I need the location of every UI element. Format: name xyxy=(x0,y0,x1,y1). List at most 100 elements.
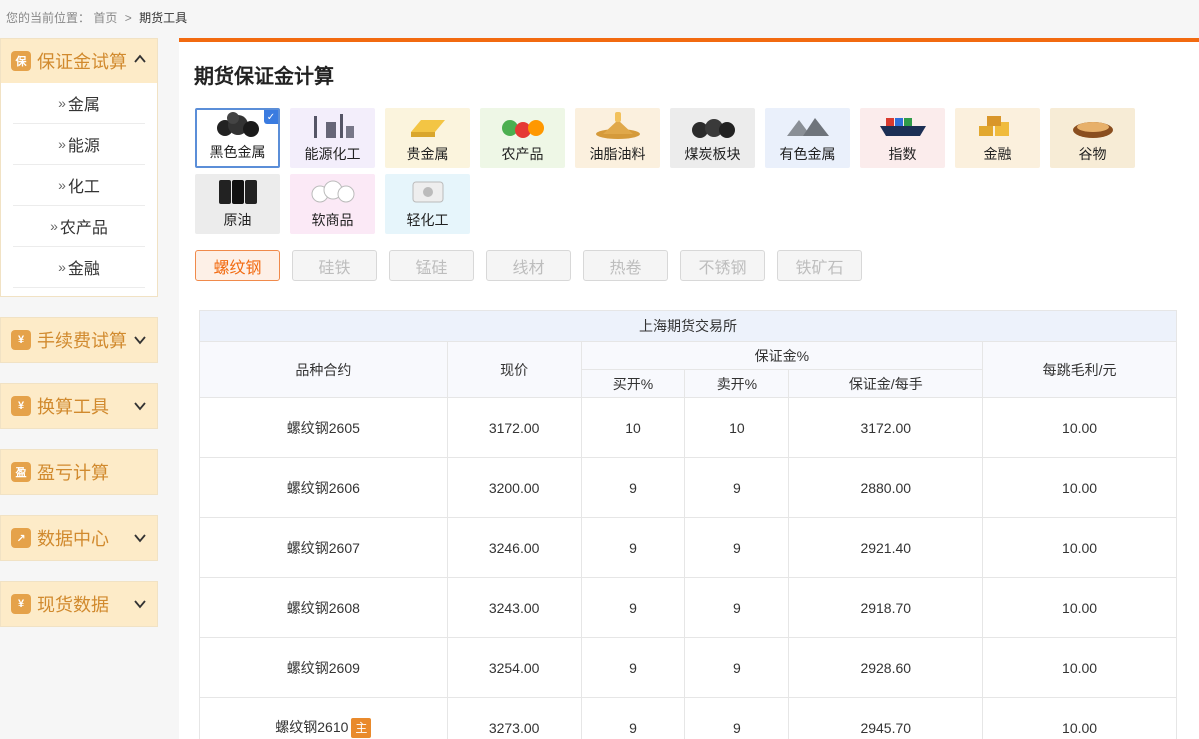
category-tile[interactable]: 贵金属 xyxy=(385,108,470,168)
cell-contract-text: 螺纹钢2605 xyxy=(286,419,360,436)
sidebar-group-margin-calc: 保 保证金试算 » 金属 » 能源 » 化工 » 农产品 » 金融 xyxy=(0,38,158,297)
category-tile[interactable]: 轻化工 xyxy=(385,174,470,234)
sidebar-head-data-center[interactable]: ↗ 数据中心 xyxy=(0,515,158,561)
cell-price-text: 3172.00 xyxy=(488,419,540,436)
category-tile[interactable]: 农产品 xyxy=(480,108,565,168)
breadcrumb-home-link[interactable]: 首页 xyxy=(93,11,117,25)
grain-bowl-icon xyxy=(1066,110,1120,140)
category-tile[interactable]: 黑色金属 ✓ xyxy=(195,108,280,168)
cell-margin-per-lot: 2918.70 xyxy=(788,577,984,638)
cell-tick-profit-text: 10.00 xyxy=(1062,539,1098,556)
cell-tick-profit: 10.00 xyxy=(982,457,1177,518)
cell-price-text: 3243.00 xyxy=(488,599,540,616)
category-tile[interactable]: 指数 xyxy=(860,108,945,168)
category-label: 农产品 xyxy=(501,146,544,162)
cell-tick-profit: 10.00 xyxy=(982,577,1177,638)
cell-margin-per-lot: 3172.00 xyxy=(788,397,984,458)
cell-buy-open-text: 10 xyxy=(625,419,641,436)
category-tile[interactable]: 原油 xyxy=(195,174,280,234)
shield-icon: 保 xyxy=(11,51,31,71)
sidebar-title: 盈亏计算 xyxy=(37,463,109,483)
sidebar-item-agri[interactable]: » 农产品 xyxy=(13,206,145,247)
vegetables-icon xyxy=(496,110,550,140)
category-tile[interactable]: 能源化工 xyxy=(290,108,375,168)
category-label: 贵金属 xyxy=(406,146,449,162)
cell-tick-profit: 10.00 xyxy=(982,517,1177,578)
category-tile[interactable]: 煤炭板块 xyxy=(670,108,755,168)
cell-sell-open: 10 xyxy=(684,397,790,458)
cell-sell-open-text: 9 xyxy=(733,539,741,556)
sidebar-item-metal[interactable]: » 金属 xyxy=(13,83,145,124)
product-tab[interactable]: 线材 xyxy=(486,250,571,281)
sidebar-head-margin-calc[interactable]: 保 保证金试算 xyxy=(1,39,157,83)
sidebar-head-pnl-calc[interactable]: 盈 盈亏计算 xyxy=(0,449,158,495)
sidebar-item-energy[interactable]: » 能源 xyxy=(13,124,145,165)
sidebar-item-label: 能源 xyxy=(67,138,100,155)
cell-price: 3254.00 xyxy=(446,637,582,698)
page-title: 期货保证金计算 xyxy=(194,66,334,88)
cell-margin-per-lot-text: 3172.00 xyxy=(860,419,912,436)
coal-icon xyxy=(686,110,740,140)
cell-price: 3172.00 xyxy=(446,397,582,458)
category-tile[interactable]: 谷物 xyxy=(1050,108,1135,168)
cell-buy-open: 10 xyxy=(580,397,686,458)
cell-price-text: 3273.00 xyxy=(488,719,540,736)
chevron-down-icon xyxy=(134,534,146,543)
main-contract-badge: 主 xyxy=(351,718,372,739)
category-tile[interactable]: 软商品 xyxy=(290,174,375,234)
cell-price-text: 3200.00 xyxy=(488,479,540,496)
chevron-down-icon xyxy=(134,402,146,411)
cell-margin-per-lot: 2880.00 xyxy=(788,457,984,518)
receipt-icon: ¥ xyxy=(11,594,31,614)
product-tab[interactable]: 硅铁 xyxy=(292,250,377,281)
cell-contract: 螺纹钢2606 xyxy=(199,457,448,518)
chart-icon: ↗ xyxy=(11,528,31,548)
table-row: 螺纹钢2606 3200.00 9 9 2880.00 10.00 xyxy=(199,457,1177,518)
cell-contract: 螺纹钢2608 xyxy=(199,577,448,638)
sidebar-head-spot-data[interactable]: ¥ 现货数据 xyxy=(0,581,158,627)
cell-buy-open-text: 9 xyxy=(629,479,637,496)
cell-buy-open-text: 9 xyxy=(629,659,637,676)
cell-sell-open-text: 9 xyxy=(733,719,741,736)
sidebar-item-chemical[interactable]: » 化工 xyxy=(13,165,145,206)
header-contract: 品种合约 xyxy=(199,341,448,398)
cell-buy-open: 9 xyxy=(580,517,686,578)
category-label: 能源化工 xyxy=(304,146,361,162)
cell-sell-open: 9 xyxy=(684,697,790,739)
cell-contract-text: 螺纹钢2608 xyxy=(286,599,360,616)
header-price: 现价 xyxy=(446,341,582,398)
cell-price-text: 3254.00 xyxy=(488,659,540,676)
paper-roll-icon xyxy=(401,176,455,206)
cell-margin-per-lot-text: 2880.00 xyxy=(860,479,912,496)
double-chevron-right-icon: » xyxy=(58,136,66,152)
cell-sell-open: 9 xyxy=(684,637,790,698)
product-tab[interactable]: 螺纹钢 xyxy=(195,250,280,281)
sidebar-head-convert-tools[interactable]: ¥ 换算工具 xyxy=(0,383,158,429)
category-tile[interactable]: 金融 xyxy=(955,108,1040,168)
breadcrumb-prefix: 您的当前位置： xyxy=(6,11,91,25)
cell-price: 3243.00 xyxy=(446,577,582,638)
sidebar-head-fee-calc[interactable]: ¥ 手续费试算 xyxy=(0,317,158,363)
cell-contract-text: 螺纹钢2609 xyxy=(286,659,360,676)
cell-buy-open-text: 9 xyxy=(629,599,637,616)
cell-contract-text: 螺纹钢2610 xyxy=(275,718,349,735)
cell-tick-profit-text: 10.00 xyxy=(1062,419,1098,436)
cell-margin-per-lot-text: 2921.40 xyxy=(860,539,912,556)
category-tile[interactable]: 油脂油料 xyxy=(575,108,660,168)
cell-contract: 螺纹钢2609 xyxy=(199,637,448,698)
product-tab[interactable]: 锰硅 xyxy=(389,250,474,281)
category-tile[interactable]: 有色金属 xyxy=(765,108,850,168)
sidebar-item-finance[interactable]: » 金融 xyxy=(13,247,145,288)
product-tab[interactable]: 热卷 xyxy=(583,250,668,281)
category-label: 谷物 xyxy=(1078,146,1107,162)
sidebar-title: 数据中心 xyxy=(37,529,109,549)
sidebar-title: 换算工具 xyxy=(37,397,109,417)
pnl-icon: 盈 xyxy=(11,462,31,482)
product-tab[interactable]: 铁矿石 xyxy=(777,250,862,281)
checkmark-icon: ✓ xyxy=(264,110,278,124)
product-tab[interactable]: 不锈钢 xyxy=(680,250,765,281)
chevron-down-icon xyxy=(134,600,146,609)
category-label: 金融 xyxy=(983,146,1012,162)
yen-icon: ¥ xyxy=(11,330,31,350)
sidebar: 保 保证金试算 » 金属 » 能源 » 化工 » 农产品 » 金融 ¥ 手续费试算 ¥ 换… xyxy=(0,38,158,647)
